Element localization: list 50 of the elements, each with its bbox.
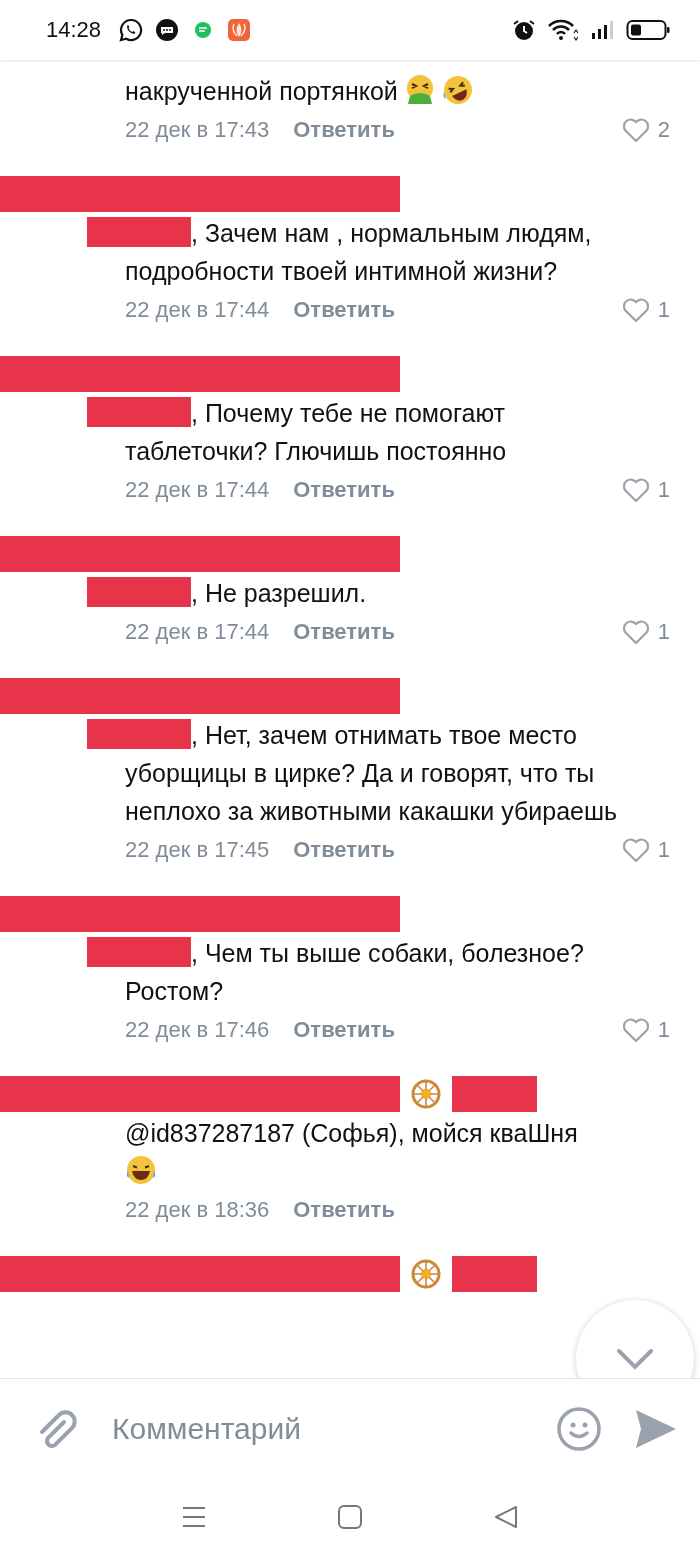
like-count: 1 xyxy=(657,837,670,863)
comment-date: 22 дек в 17:44 xyxy=(125,477,270,503)
app-icon xyxy=(227,18,252,42)
comment-date: 22 дек в 17:43 xyxy=(125,117,270,143)
laughing-emoji-icon xyxy=(441,74,474,106)
comment-text: , Чем ты выше собаки, болезное? Ростом? xyxy=(0,934,700,1010)
reply-link[interactable]: Ответить xyxy=(293,117,395,143)
message-app-icon xyxy=(155,18,180,42)
chevron-down-icon xyxy=(615,1347,655,1371)
comment-date: 22 дек в 17:45 xyxy=(125,837,270,863)
reply-link[interactable]: Ответить xyxy=(293,1197,395,1223)
home-square-icon[interactable] xyxy=(337,1503,363,1530)
heart-icon[interactable] xyxy=(621,297,650,323)
heart-icon[interactable] xyxy=(621,837,650,863)
comment-text: , Не разрешил. xyxy=(0,574,700,612)
reply-link[interactable]: Ответить xyxy=(293,1017,395,1043)
reply-link[interactable]: Ответить xyxy=(293,837,395,863)
reply-link[interactable]: Ответить xyxy=(293,297,395,323)
heart-icon[interactable] xyxy=(621,117,650,143)
like-count: 2 xyxy=(657,117,670,143)
wifi-icon xyxy=(548,18,578,42)
battery-icon xyxy=(626,18,670,42)
comment-text: @id837287187 (Софья), мойся кваШня xyxy=(124,1118,579,1149)
status-time: 14:28 xyxy=(46,17,102,43)
back-triangle-icon[interactable] xyxy=(493,1503,519,1530)
heart-icon[interactable] xyxy=(621,1017,650,1043)
comment-text: накрученной портянкой xyxy=(0,72,700,110)
signal-icon xyxy=(590,18,614,42)
comment-date: 22 дек в 17:46 xyxy=(125,1017,270,1043)
comment-date: 22 дек в 17:44 xyxy=(125,297,270,323)
comment-text: , Почему тебе не помогают таблеточки? Глючишь постоянно xyxy=(0,394,700,470)
heart-icon[interactable] xyxy=(621,619,650,645)
comment-date: 22 дек в 17:44 xyxy=(125,619,270,645)
sun-wheel-icon xyxy=(410,1078,442,1110)
like-count: 1 xyxy=(657,1017,670,1043)
like-count: 1 xyxy=(657,619,670,645)
comment-date: 22 дек в 18:36 xyxy=(125,1197,270,1223)
like-count: 1 xyxy=(657,477,670,503)
sun-wheel-icon xyxy=(410,1258,442,1290)
reply-link[interactable]: Ответить xyxy=(293,619,395,645)
comment-text: , Зачем нам , нормальным людям, подробности твоей интимной жизни? xyxy=(0,214,700,290)
comment-text: , Нет, зачем отнимать твое место уборщицы в цирке? Да и говорят, что ты неплохо за животными какашки убираешь xyxy=(0,716,700,830)
reply-link[interactable]: Ответить xyxy=(293,477,395,503)
smiley-icon[interactable] xyxy=(556,1405,602,1452)
chat-app-icon xyxy=(119,18,144,42)
heart-icon[interactable] xyxy=(621,477,650,503)
laughing-emoji-icon xyxy=(125,1154,157,1186)
alarm-icon xyxy=(512,18,536,42)
comment-input-field[interactable]: Комментарий xyxy=(110,1410,526,1447)
like-count: 1 xyxy=(657,297,670,323)
